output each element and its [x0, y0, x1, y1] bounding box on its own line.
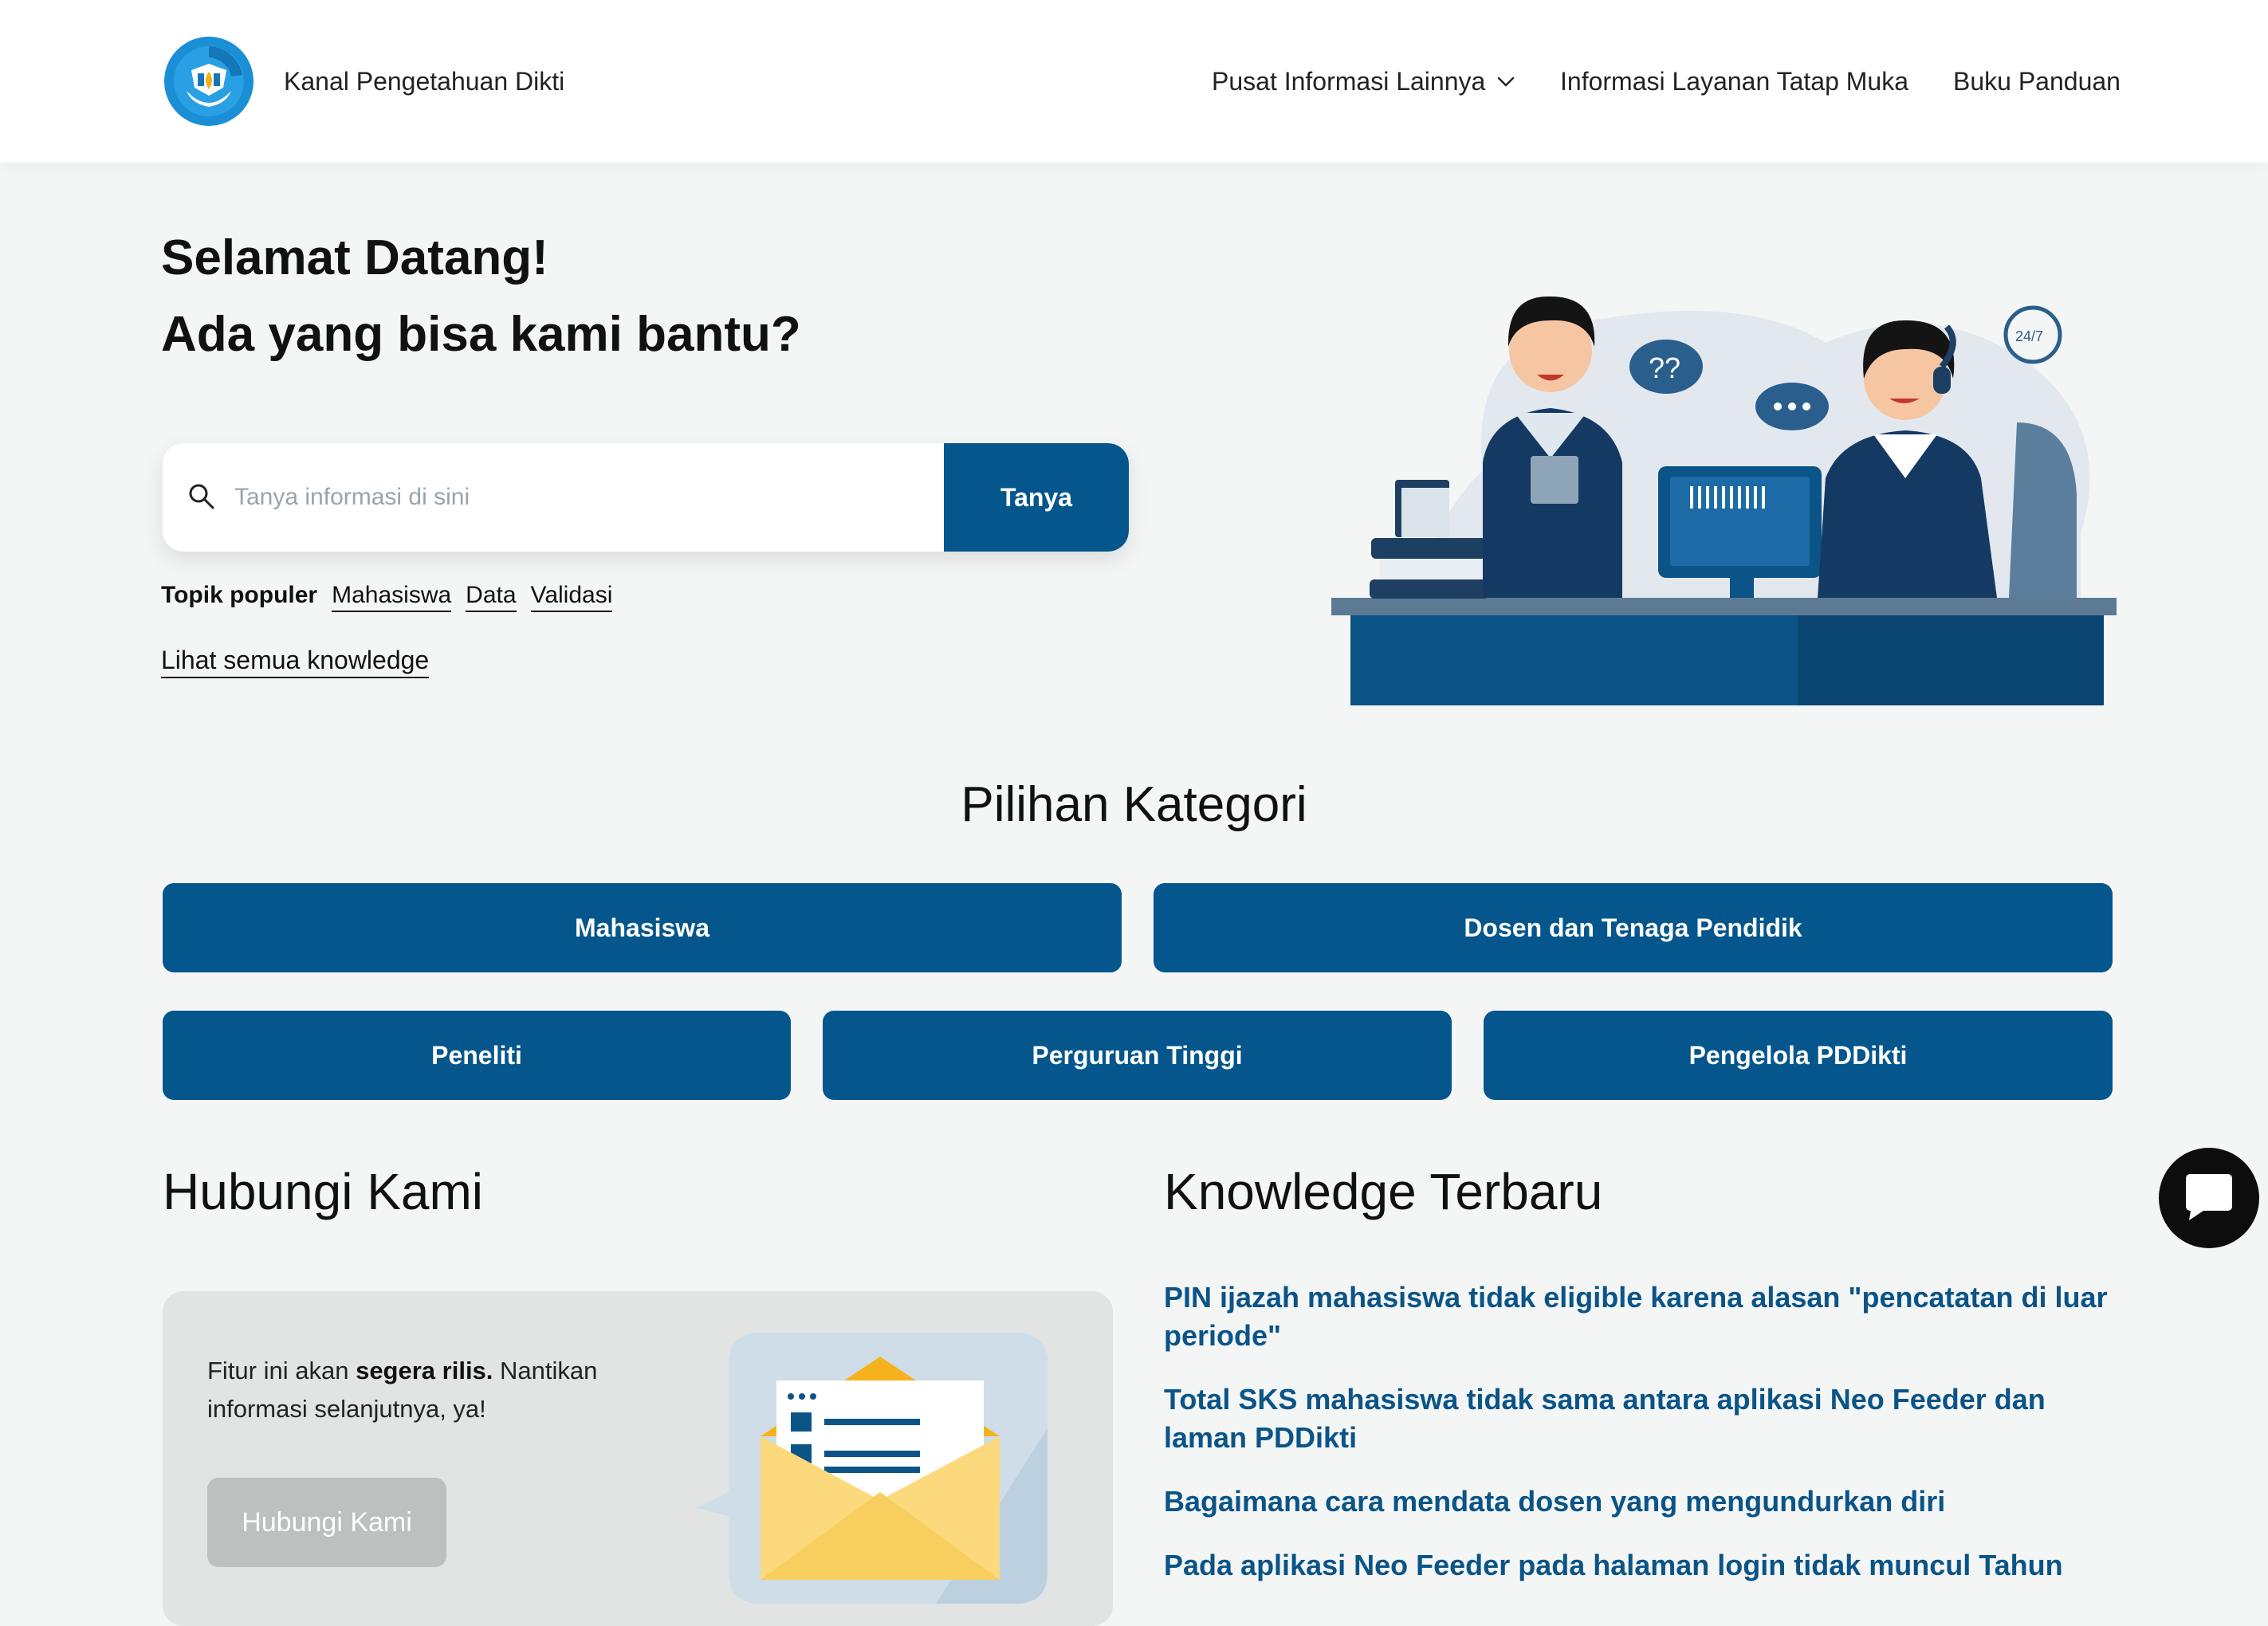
- topic-link-data[interactable]: Data: [466, 582, 517, 612]
- category-button-pengelola-pddikti[interactable]: Pengelola PDDikti: [1484, 1011, 2113, 1100]
- knowledge-link[interactable]: Bagaimana cara mendata dosen yang mengun…: [1164, 1483, 2121, 1521]
- nav-pusat-informasi[interactable]: Pusat Informasi Lainnya: [1212, 67, 1517, 96]
- topic-link-validasi[interactable]: Validasi: [530, 582, 613, 612]
- search-input[interactable]: [234, 443, 1032, 552]
- nav-label: Pusat Informasi Lainnya: [1212, 67, 1486, 96]
- category-button-dosen[interactable]: Dosen dan Tenaga Pendidik: [1154, 883, 2113, 972]
- svg-text:24/7: 24/7: [2015, 328, 2043, 344]
- knowledge-list: PIN ijazah mahasiswa tidak eligible kare…: [1164, 1278, 2121, 1610]
- topic-link-mahasiswa[interactable]: Mahasiswa: [332, 582, 452, 612]
- popular-topics: Topik populer Mahasiswa Data Validasi: [161, 582, 613, 612]
- brand-name[interactable]: Kanal Pengetahuan Dikti: [284, 67, 564, 96]
- category-button-mahasiswa[interactable]: Mahasiswa: [163, 883, 1122, 972]
- search-box: Tanya: [163, 443, 1129, 552]
- knowledge-link[interactable]: PIN ijazah mahasiswa tidak eligible kare…: [1164, 1278, 2121, 1355]
- nav-layanan-tatap-muka[interactable]: Informasi Layanan Tatap Muka: [1560, 67, 1908, 96]
- chevron-down-icon: [1498, 77, 1515, 87]
- hero-title-line1: Selamat Datang!: [161, 230, 548, 285]
- site-header: Kanal Pengetahuan Dikti Pusat Informasi …: [0, 0, 2268, 163]
- nav-label: Informasi Layanan Tatap Muka: [1560, 67, 1908, 96]
- contact-card: Fitur ini akan segera rilis. Nantikan in…: [163, 1291, 1113, 1626]
- contact-text-bold: segera rilis.: [356, 1357, 493, 1384]
- knowledge-link[interactable]: Total SKS mahasiswa tidak sama antara ap…: [1164, 1381, 2121, 1457]
- search-icon: [189, 484, 214, 509]
- nav-buku-panduan[interactable]: Buku Panduan: [1953, 67, 2121, 96]
- popular-label: Topik populer: [161, 582, 318, 608]
- see-all-knowledge-link[interactable]: Lihat semua knowledge: [161, 646, 430, 678]
- chat-widget-button[interactable]: [2159, 1148, 2259, 1248]
- knowledge-title: Knowledge Terbaru: [1164, 1163, 1603, 1220]
- knowledge-link[interactable]: Pada aplikasi Neo Feeder pada halaman lo…: [1164, 1546, 2121, 1585]
- search-button[interactable]: Tanya: [944, 443, 1129, 552]
- contact-text-pre: Fitur ini akan: [207, 1357, 356, 1384]
- categories-title: Pilihan Kategori: [961, 777, 1307, 832]
- category-button-peneliti[interactable]: Peneliti: [163, 1011, 791, 1100]
- contact-text: Fitur ini akan segera rilis. Nantikan in…: [207, 1352, 654, 1428]
- svg-text:??: ??: [1649, 352, 1680, 384]
- category-button-perguruan-tinggi[interactable]: Perguruan Tinggi: [823, 1011, 1452, 1100]
- envelope-illustration: [697, 1333, 1048, 1604]
- customer-service-illustration: ?? 24/7: [1331, 296, 2117, 705]
- contact-title: Hubungi Kami: [163, 1163, 483, 1220]
- nav-label: Buku Panduan: [1953, 67, 2121, 96]
- kemdikbud-logo[interactable]: [163, 35, 255, 128]
- hero-title: Selamat Datang! Ada yang bisa kami bantu…: [161, 220, 801, 373]
- contact-button[interactable]: Hubungi Kami: [207, 1478, 446, 1567]
- hero-title-line2: Ada yang bisa kami bantu?: [161, 307, 801, 362]
- chat-bubble-icon: [2186, 1174, 2232, 1220]
